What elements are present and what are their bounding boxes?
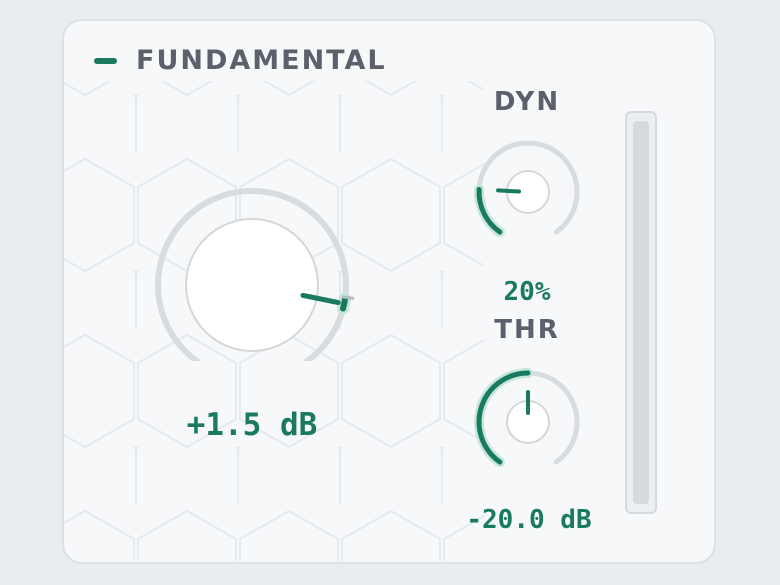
dyn-knob-pointer [496,188,522,194]
level-meter [625,111,657,514]
module-title: FUNDAMENTAL [136,45,387,76]
level-meter-track [633,121,649,504]
thr-knob[interactable] [464,366,594,471]
thr-value-readout: -20.0 dB [466,505,592,535]
dyn-label: DYN [493,87,561,117]
main-knob-value-readout: +1.5 dB [186,407,318,443]
main-knob-cap[interactable] [185,218,319,352]
module-header: FUNDAMENTAL [94,45,387,76]
main-knob-value-arc [340,295,348,312]
accent-dash-icon [94,57,117,64]
thr-label: THR [494,315,560,345]
fundamental-panel: FUNDAMENTAL +1.5 dB DYN 20% THR -20.0 dB [62,19,716,564]
dyn-value-readout: 20% [503,277,551,307]
main-gain-knob[interactable] [154,186,354,361]
main-knob-edge-tick [341,295,354,300]
dyn-knob[interactable] [464,136,594,241]
